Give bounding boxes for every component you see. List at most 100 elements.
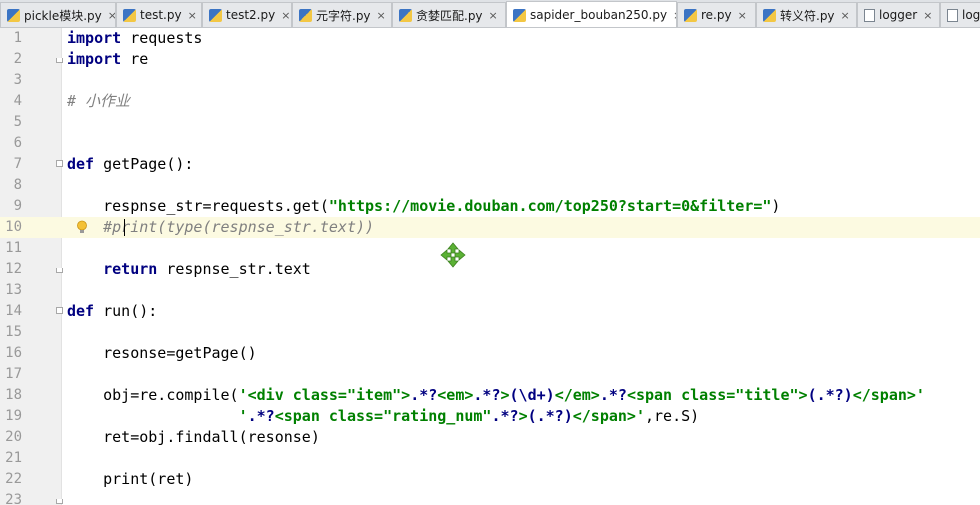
python-file-icon [684,8,697,22]
code-line[interactable]: 3 [0,70,980,91]
code-text: '.*?<span class="rating_num".*?>(.*?)</s… [67,406,700,427]
tab-3[interactable]: 元字符.py × [292,2,392,27]
code-text: print(ret) [67,469,193,490]
line-number: 18 [5,387,22,403]
code-line[interactable]: 5 [0,112,980,133]
code-token: '<div class="item"> [238,386,411,404]
close-icon[interactable]: × [923,10,932,21]
code-line[interactable]: 17 [0,364,980,385]
python-file-icon [7,8,20,22]
code-token: resonse=getPage() [67,344,257,362]
fold-marker-icon[interactable] [56,268,63,273]
code-text: return respnse_str.text [67,259,311,280]
code-token: <span class="rating_num" [274,407,492,425]
fold-marker-icon[interactable] [56,499,63,504]
code-token: def [67,302,95,320]
code-token: # 小作业 [67,92,131,110]
line-number: 14 [5,303,22,319]
close-icon[interactable]: × [281,10,290,21]
line-number: 10 [0,217,22,238]
code-line[interactable]: 20 ret=obj.findall(resonse) [0,427,980,448]
code-text: def run(): [67,301,157,322]
code-token: return [103,260,158,278]
code-line[interactable]: 10 #print(type(respnse_str.text)) [0,217,980,238]
code-token: print(ret) [67,470,194,488]
tab-label: log [962,8,980,22]
line-number: 4 [13,93,22,109]
code-line[interactable]: 13 [0,280,980,301]
line-number: 19 [5,408,22,424]
code-token: (\d+) [509,386,555,404]
code-token: respnse_str=requests.get( [67,197,329,215]
close-icon[interactable]: × [489,10,498,21]
line-number: 20 [5,429,22,445]
code-line[interactable]: 21 [0,448,980,469]
line-number: 12 [5,261,22,277]
code-line[interactable]: 18 obj=re.compile('<div class="item">.*?… [0,385,980,406]
line-number: 6 [13,135,22,151]
tab-5[interactable]: sapider_bouban250.py× [506,1,677,27]
code-token: </em> [554,386,600,404]
code-line[interactable]: 1 import requests [0,28,980,49]
tab-2[interactable]: test2.py × [202,2,292,27]
code-text: # 小作业 [67,91,130,112]
tab-1[interactable]: test.py × [116,2,202,27]
close-icon[interactable]: × [108,10,115,21]
fold-marker-icon[interactable] [56,160,63,167]
code-token: > [518,407,528,425]
code-line[interactable]: 12 return respnse_str.text [0,259,980,280]
tab-4[interactable]: 贪婪匹配.py × [392,2,506,27]
code-token: ret=obj.findall(resonse) [67,428,320,446]
code-text: obj=re.compile('<div class="item">.*?<em… [67,385,925,406]
tab-label: sapider_bouban250.py [530,8,668,22]
code-line[interactable]: 2 import re [0,49,980,70]
code-token: <em> [437,386,474,404]
tab-label: logger [879,8,918,22]
code-line[interactable]: 9 respnse_str=requests.get("https://movi… [0,196,980,217]
code-token: getPage(): [94,155,194,173]
code-editor[interactable]: 1 import requests 2 import re 3 4 # 小作业 5 6 7 def … [0,28,980,505]
line-number: 7 [13,156,22,172]
code-line[interactable]: 11 [0,238,980,259]
code-token: import [67,50,122,68]
close-icon[interactable]: × [188,10,197,21]
code-text: import re [67,49,148,70]
tab-label: 元字符.py [316,8,371,23]
text-file-icon [864,8,875,22]
code-line[interactable]: 4 # 小作业 [0,91,980,112]
tab-6[interactable]: re.py × [677,2,756,27]
tab-0[interactable]: pickle模块.py × [0,2,116,27]
code-line[interactable]: 8 [0,175,980,196]
tab-label: pickle模块.py [24,8,102,23]
line-number: 15 [5,324,22,340]
code-token: </span>' [852,386,925,404]
code-token: #print(type(respnse_str.text)) [67,218,375,236]
fold-marker-icon[interactable] [56,58,63,63]
code-token: > [500,386,510,404]
code-line[interactable]: 6 [0,133,980,154]
code-line[interactable]: 22 print(ret) [0,469,980,490]
code-text: ret=obj.findall(resonse) [67,427,320,448]
fold-marker-icon[interactable] [56,307,63,314]
tab-9[interactable]: log [940,2,980,27]
line-number: 17 [5,366,22,382]
close-icon[interactable]: × [841,10,850,21]
tab-8[interactable]: logger × [857,2,940,27]
code-token: ,re.S) [645,407,700,425]
code-token: def [67,155,95,173]
code-line[interactable]: 14 def run(): [0,301,980,322]
python-file-icon [123,8,136,22]
code-line[interactable]: 19 '.*?<span class="rating_num".*?>(.*?)… [0,406,980,427]
code-line[interactable]: 16 resonse=getPage() [0,343,980,364]
tab-label: 转义符.py [780,8,835,23]
tab-7[interactable]: 转义符.py × [756,2,857,27]
code-token: ) [771,197,781,215]
code-line[interactable]: 15 [0,322,980,343]
code-token: "https://movie.douban.com/top250?start=0… [328,197,772,215]
close-icon[interactable]: × [738,10,747,21]
move-cursor-icon [440,242,466,268]
code-token: .*? [599,386,627,404]
code-line[interactable]: 23 [0,490,980,505]
code-line[interactable]: 7 def getPage(): [0,154,980,175]
close-icon[interactable]: × [377,10,386,21]
